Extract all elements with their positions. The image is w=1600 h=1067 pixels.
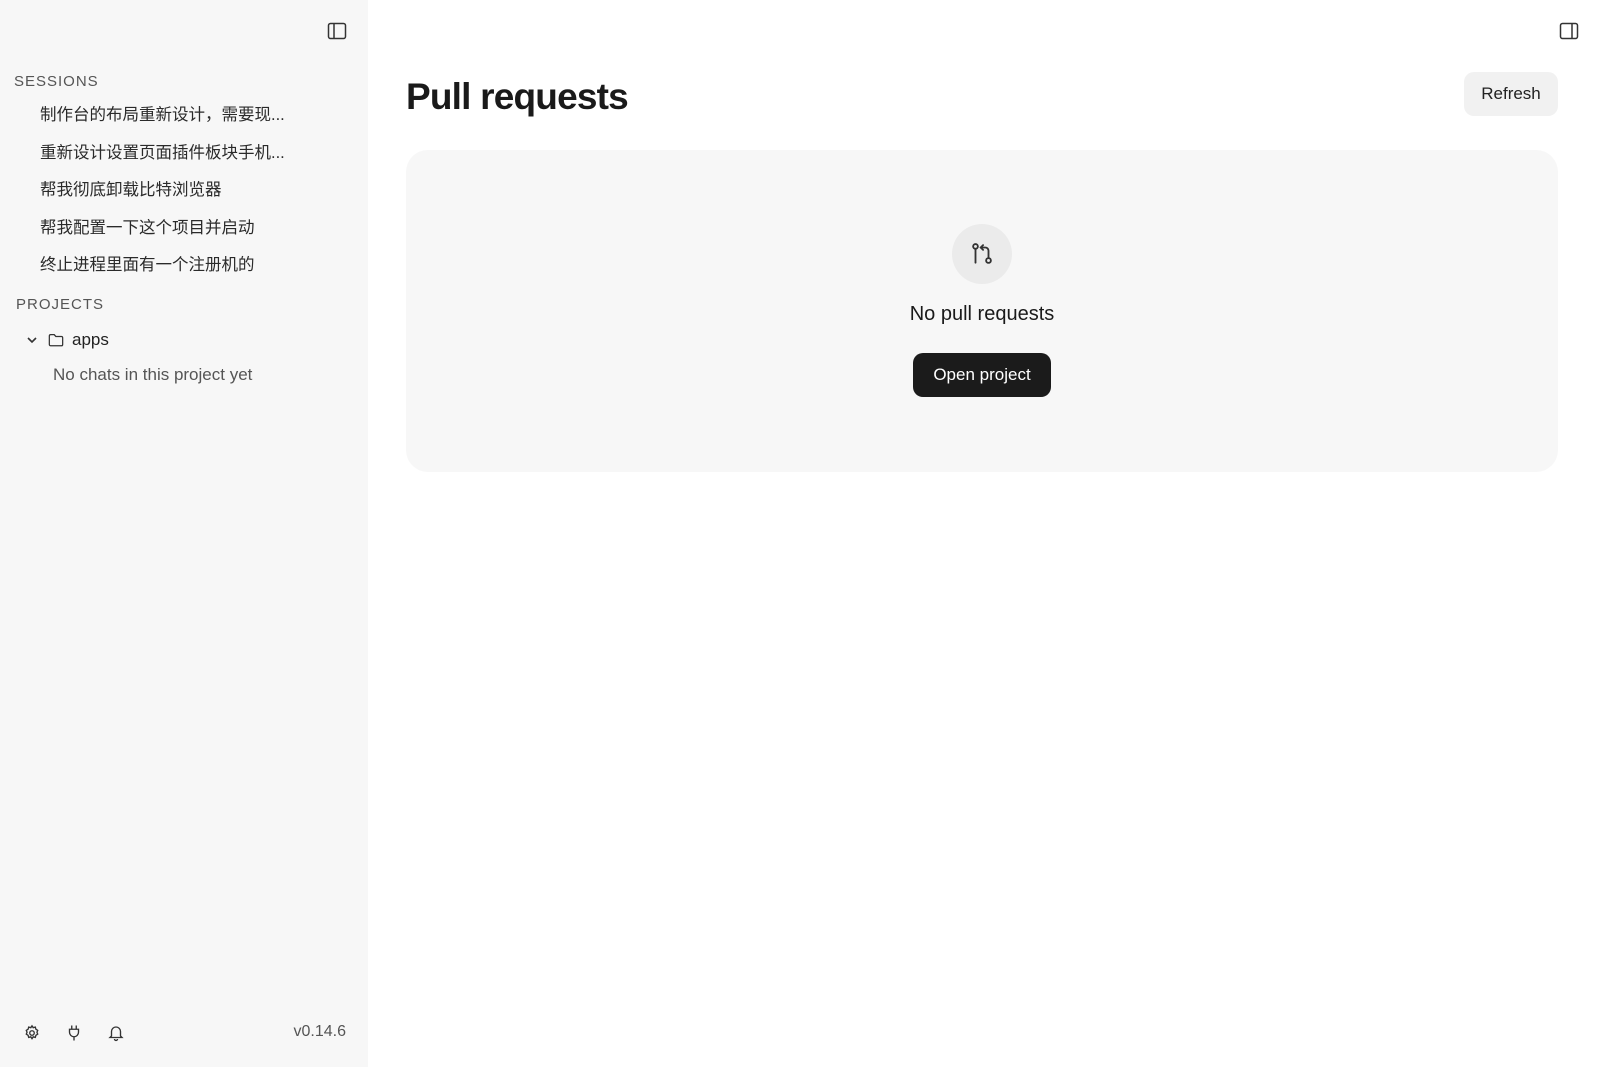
folder-icon	[48, 332, 64, 348]
sidebar-footer: v0.14.6	[0, 1001, 368, 1067]
session-item[interactable]: 重新设计设置页面插件板块手机...	[40, 140, 340, 178]
main-content: Pull requests Refresh No pull requests O…	[368, 0, 1600, 1067]
gear-icon[interactable]	[22, 1023, 42, 1043]
project-empty-text: No chats in this project yet	[53, 365, 253, 384]
app-version: v0.14.6	[293, 1023, 346, 1040]
project-apps[interactable]: apps	[24, 326, 109, 354]
bell-icon[interactable]	[106, 1023, 126, 1043]
git-pull-request-icon	[952, 224, 1012, 284]
refresh-button[interactable]: Refresh	[1464, 72, 1558, 116]
app-window: SESSIONS 制作台的布局重新设计，需要现... 重新设计设置页面插件板块手…	[0, 0, 1600, 1067]
sidebar-collapse-icon[interactable]	[326, 20, 348, 42]
project-name: apps	[72, 330, 109, 349]
right-panel-toggle-icon[interactable]	[1558, 20, 1580, 42]
sessions-heading: SESSIONS	[14, 73, 99, 90]
empty-state-title: No pull requests	[909, 303, 1055, 325]
sidebar: SESSIONS 制作台的布局重新设计，需要现... 重新设计设置页面插件板块手…	[0, 0, 368, 1067]
session-item[interactable]: 终止进程里面有一个注册机的	[40, 252, 340, 290]
plug-icon[interactable]	[64, 1023, 84, 1043]
session-item[interactable]: 帮我彻底卸载比特浏览器	[40, 177, 340, 215]
chevron-down-icon[interactable]	[24, 332, 40, 348]
session-item[interactable]: 制作台的布局重新设计，需要现...	[40, 102, 340, 140]
session-item[interactable]: 帮我配置一下这个项目并启动	[40, 215, 340, 253]
projects-heading: PROJECTS	[16, 296, 105, 313]
empty-state-card: No pull requests Open project	[406, 150, 1558, 472]
page-title: Pull requests	[406, 76, 629, 117]
open-project-button[interactable]: Open project	[913, 353, 1051, 397]
session-list: 制作台的布局重新设计，需要现... 重新设计设置页面插件板块手机... 帮我彻底…	[40, 102, 340, 290]
